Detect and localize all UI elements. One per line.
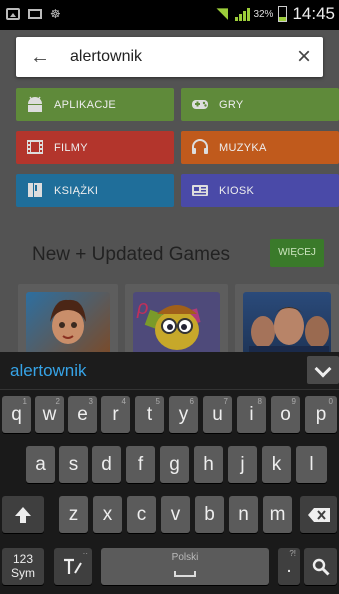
category-movies[interactable]: FILMY bbox=[16, 131, 174, 164]
key-r[interactable]: 4r bbox=[101, 396, 130, 433]
space-language-label: Polski bbox=[171, 552, 199, 563]
game-thumbnail bbox=[243, 292, 331, 352]
key-a[interactable]: a bbox=[26, 446, 55, 483]
android-debug-icon: ☸ bbox=[50, 7, 61, 21]
gallery-icon bbox=[6, 8, 20, 20]
key-f[interactable]: f bbox=[126, 446, 155, 483]
suggestion-word[interactable]: alertownik bbox=[10, 361, 87, 381]
search-input[interactable]: alertownik bbox=[70, 48, 142, 66]
search-bar[interactable]: ← alertownik × bbox=[16, 37, 323, 77]
newsstand-icon bbox=[192, 185, 208, 196]
space-icon bbox=[174, 571, 196, 577]
key-d[interactable]: d bbox=[92, 446, 121, 483]
text-settings-key[interactable]: ·· bbox=[54, 548, 92, 585]
key-e[interactable]: 3e bbox=[68, 396, 97, 433]
game-thumbnail bbox=[26, 292, 110, 352]
category-label: KSIĄŻKI bbox=[54, 185, 99, 197]
key-c[interactable]: c bbox=[127, 496, 156, 533]
category-apps[interactable]: APLIKACJE bbox=[16, 88, 174, 121]
shift-icon bbox=[15, 507, 31, 523]
back-arrow-icon[interactable]: ← bbox=[30, 46, 50, 69]
play-store-background: ← alertownik × APLIKACJE GRY FILMY MUZYK… bbox=[0, 30, 339, 352]
headphones-icon bbox=[192, 139, 208, 154]
key-n[interactable]: n bbox=[229, 496, 258, 533]
game-tile[interactable] bbox=[235, 284, 339, 352]
category-games[interactable]: GRY bbox=[181, 88, 339, 121]
category-label: MUZYKA bbox=[219, 142, 267, 154]
battery-percent: 32% bbox=[253, 8, 274, 20]
clock: 14:45 bbox=[292, 4, 335, 23]
category-label: FILMY bbox=[54, 142, 88, 154]
android-icon bbox=[28, 96, 42, 112]
key-j[interactable]: j bbox=[228, 446, 257, 483]
keyboard: 1q 2w 3e 4r 5t 6y 7u 8i 9o 0p a s d f g … bbox=[0, 390, 339, 594]
collapse-suggestions-button[interactable] bbox=[307, 356, 339, 384]
category-newsstand[interactable]: KIOSK bbox=[181, 174, 339, 207]
more-button[interactable]: WIĘCEJ bbox=[270, 239, 324, 267]
key-b[interactable]: b bbox=[195, 496, 224, 533]
key-p[interactable]: 0p bbox=[305, 396, 337, 433]
key-u[interactable]: 7u bbox=[203, 396, 232, 433]
film-icon bbox=[27, 140, 43, 154]
backspace-key[interactable] bbox=[300, 496, 337, 533]
category-label: GRY bbox=[219, 99, 244, 111]
category-music[interactable]: MUZYKA bbox=[181, 131, 339, 164]
wifi-icon: ◥ bbox=[216, 5, 228, 22]
key-o[interactable]: 9o bbox=[271, 396, 300, 433]
key-y[interactable]: 6y bbox=[169, 396, 198, 433]
category-label: APLIKACJE bbox=[54, 99, 117, 111]
backspace-icon bbox=[307, 508, 330, 522]
space-key[interactable]: Polski bbox=[101, 548, 269, 585]
key-x[interactable]: x bbox=[93, 496, 122, 533]
category-label: KIOSK bbox=[219, 185, 255, 197]
key-m[interactable]: m bbox=[263, 496, 292, 533]
key-l[interactable]: l bbox=[296, 446, 327, 483]
key-h[interactable]: h bbox=[194, 446, 223, 483]
status-bar: ☸ ◥ 32% 14:45 bbox=[0, 0, 339, 30]
key-s[interactable]: s bbox=[59, 446, 88, 483]
key-t[interactable]: 5t bbox=[135, 396, 164, 433]
search-key[interactable] bbox=[304, 548, 337, 585]
gamepad-icon bbox=[192, 100, 208, 109]
battery-icon bbox=[278, 6, 288, 22]
game-tile[interactable] bbox=[18, 284, 118, 352]
game-thumbnail: ρ bbox=[133, 292, 220, 352]
category-books[interactable]: KSIĄŻKI bbox=[16, 174, 174, 207]
period-key[interactable]: ?!. bbox=[278, 548, 300, 585]
section-title: New + Updated Games bbox=[32, 244, 231, 265]
key-g[interactable]: g bbox=[160, 446, 189, 483]
signal-icon bbox=[235, 7, 251, 21]
search-icon bbox=[312, 558, 330, 576]
clear-search-icon[interactable]: × bbox=[297, 43, 311, 71]
key-k[interactable]: k bbox=[262, 446, 291, 483]
key-v[interactable]: v bbox=[161, 496, 190, 533]
game-tile[interactable]: ρ bbox=[125, 284, 228, 352]
suggestion-bar: alertownik bbox=[0, 352, 339, 390]
key-w[interactable]: 2w bbox=[35, 396, 64, 433]
text-settings-icon bbox=[64, 558, 82, 574]
svg-text:ρ: ρ bbox=[136, 297, 148, 319]
symbols-key[interactable]: 123 Sym bbox=[2, 548, 44, 585]
key-i[interactable]: 8i bbox=[237, 396, 266, 433]
key-q[interactable]: 1q bbox=[2, 396, 31, 433]
book-icon bbox=[28, 183, 42, 197]
mail-icon bbox=[28, 9, 42, 19]
shift-key[interactable] bbox=[2, 496, 44, 533]
key-z[interactable]: z bbox=[59, 496, 88, 533]
